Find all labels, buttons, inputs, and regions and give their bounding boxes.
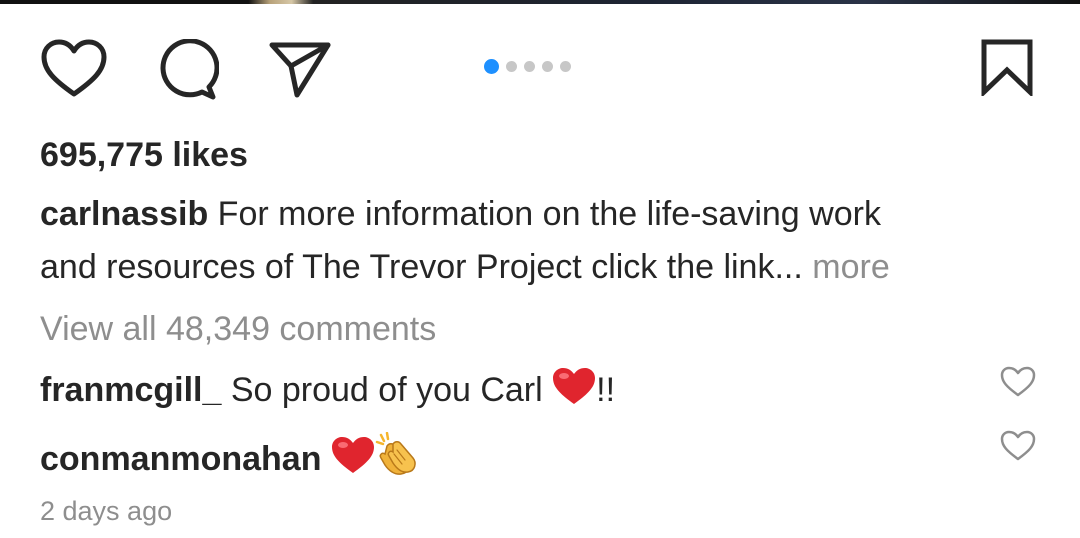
caption-text: For more information on the life-saving … (217, 195, 881, 233)
caption-line-2: and resources of The Trevor Project clic… (40, 247, 890, 287)
carousel-indicator (484, 58, 571, 74)
caption-username[interactable]: carlnassib (40, 195, 208, 233)
comment-bubble-icon[interactable] (155, 39, 219, 101)
comment-like-heart-icon[interactable] (1000, 430, 1036, 462)
comment-username[interactable]: conmanmonahan (40, 440, 321, 478)
caption-more-link[interactable]: more (812, 248, 889, 286)
view-all-comments-link[interactable]: View all 48,349 comments (40, 309, 436, 349)
like-heart-icon[interactable] (40, 38, 108, 100)
carousel-dot (542, 60, 553, 72)
comment-suffix: !! (596, 371, 616, 409)
share-paper-plane-icon[interactable] (268, 41, 332, 99)
caption-ellipsis: ... (774, 248, 803, 286)
carousel-dot (524, 60, 535, 72)
comment-text: So proud of you Carl (230, 371, 543, 409)
caption-text-continued: and resources of The Trevor Project clic… (40, 248, 775, 286)
carousel-dot-active (484, 58, 499, 74)
clapping-hands-emoji-icon (375, 431, 421, 485)
comment-username[interactable]: franmcgill_ (40, 371, 221, 409)
comment-row: conmanmonahan (40, 431, 421, 485)
save-bookmark-icon[interactable] (980, 38, 1034, 96)
red-heart-emoji-icon (331, 436, 375, 483)
media-bottom-edge (0, 0, 1080, 4)
red-heart-emoji-icon (552, 367, 596, 414)
carousel-dot (506, 60, 517, 72)
caption-line-1: carlnassib For more information on the l… (40, 194, 881, 234)
comment-like-heart-icon[interactable] (1000, 366, 1036, 398)
likes-count[interactable]: 695,775 likes (40, 135, 248, 175)
comment-row: franmcgill_ So proud of you Carl !! (40, 367, 615, 414)
carousel-dot (560, 60, 571, 72)
post-timestamp: 2 days ago (40, 496, 173, 526)
